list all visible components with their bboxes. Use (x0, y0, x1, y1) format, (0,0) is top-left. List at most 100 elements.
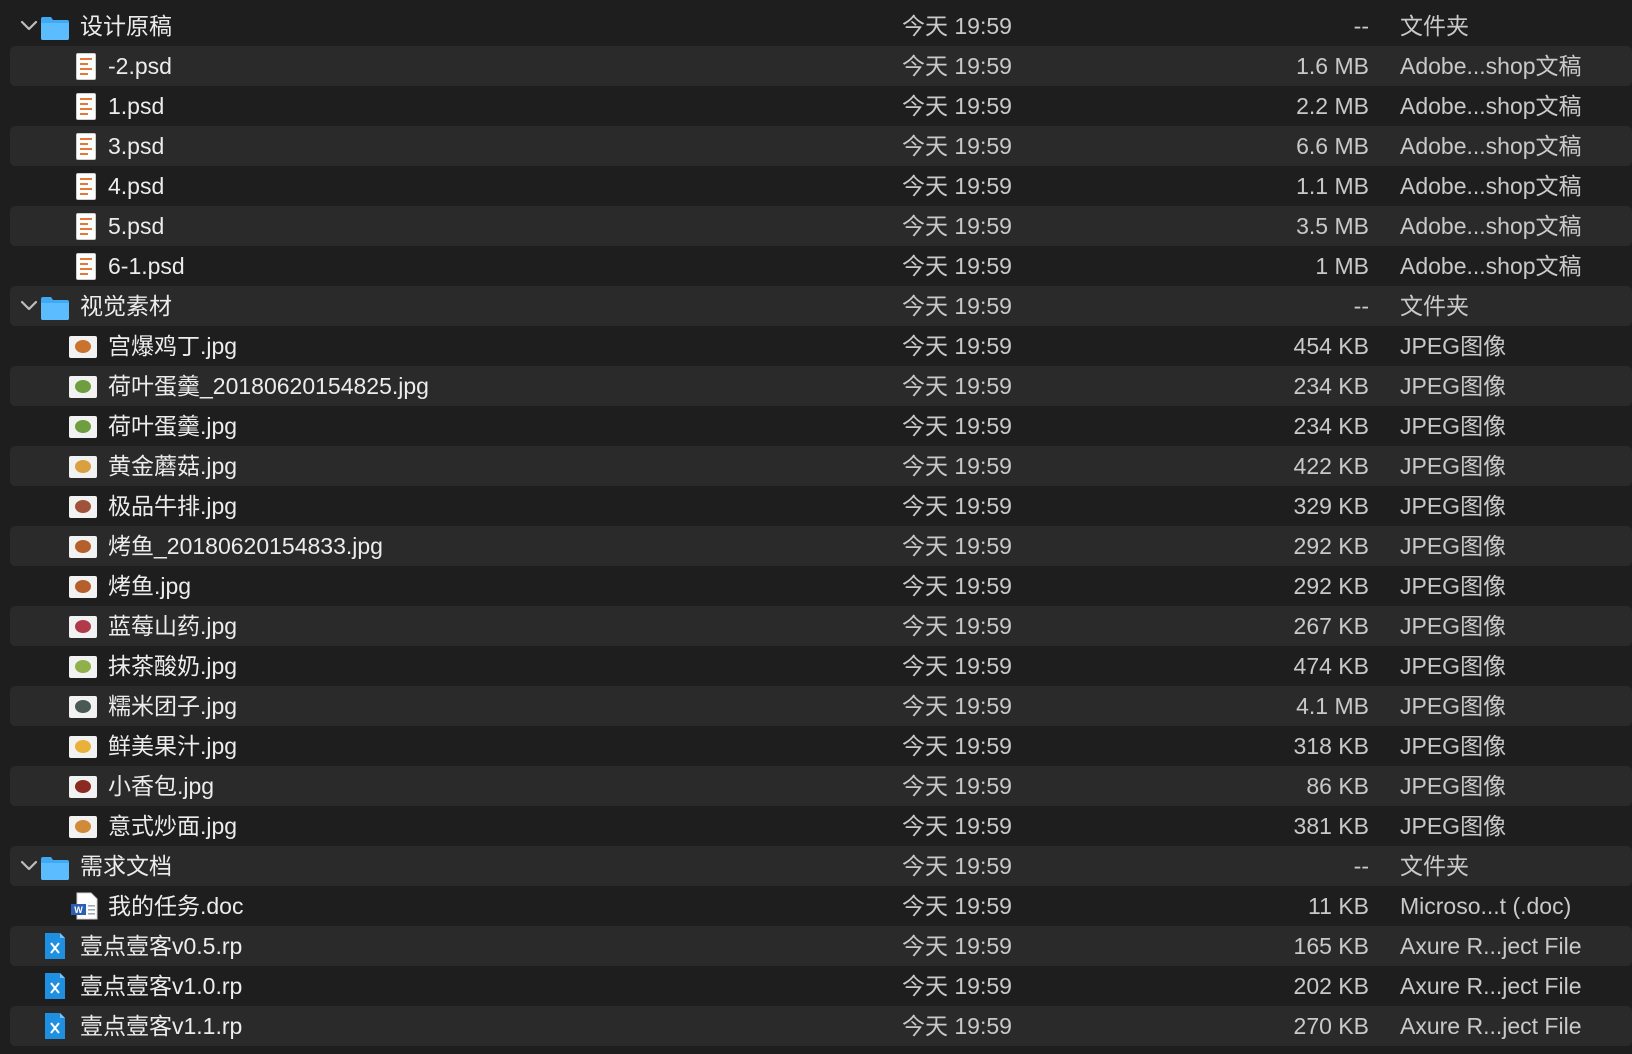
chevron-down-icon[interactable] (16, 846, 42, 886)
jpeg-thumbnail-icon (69, 696, 97, 718)
file-kind: Axure R...ject File (1400, 933, 1582, 959)
file-kind: Adobe...shop文稿 (1400, 53, 1582, 79)
psd-file-icon (76, 213, 96, 240)
file-kind: Adobe...shop文稿 (1400, 93, 1582, 119)
file-size: 1 MB (1315, 253, 1369, 279)
file-row[interactable]: 3.psd 今天 19:59 6.6 MB Adobe...shop文稿 (10, 126, 1632, 166)
chevron-down-icon[interactable] (16, 6, 42, 46)
file-row[interactable]: 荷叶蛋羹_20180620154825.jpg 今天 19:59 234 KB JPE… (10, 366, 1632, 406)
folder-row[interactable]: 视觉素材 今天 19:59 -- 文件夹 (10, 286, 1632, 326)
file-size: -- (1353, 853, 1369, 879)
psd-file-icon (76, 133, 96, 160)
file-row[interactable]: 宫爆鸡丁.jpg 今天 19:59 454 KB JPEG图像 (10, 326, 1632, 366)
svg-text:W: W (74, 905, 83, 915)
file-kind: JPEG图像 (1400, 693, 1507, 719)
axure-file-icon (44, 972, 66, 1000)
file-name: 3.psd (108, 133, 165, 159)
date-modified: 今天 19:59 (902, 413, 1012, 439)
date-modified: 今天 19:59 (902, 893, 1012, 919)
file-size: 1.1 MB (1296, 173, 1369, 199)
date-modified: 今天 19:59 (902, 133, 1012, 159)
file-size: 454 KB (1293, 333, 1369, 359)
file-size: 422 KB (1293, 453, 1369, 479)
file-name: 极品牛排.jpg (108, 493, 238, 519)
file-row[interactable]: 烤鱼.jpg 今天 19:59 292 KB JPEG图像 (10, 566, 1632, 606)
file-name: 荷叶蛋羹.jpg (108, 413, 238, 439)
folder-row[interactable]: 设计原稿 今天 19:59 -- 文件夹 (10, 6, 1632, 46)
date-modified: 今天 19:59 (902, 93, 1012, 119)
file-row[interactable]: 壹点壹客v1.0.rp 今天 19:59 202 KB Axure R...ject … (10, 966, 1632, 1006)
file-name: 意式炒面.jpg (108, 813, 238, 839)
file-kind: Axure R...ject File (1400, 973, 1582, 999)
file-row[interactable]: 烤鱼_20180620154833.jpg 今天 19:59 292 KB JPEG图… (10, 526, 1632, 566)
file-row[interactable]: 蓝莓山药.jpg 今天 19:59 267 KB JPEG图像 (10, 606, 1632, 646)
word-doc-icon: W (70, 892, 98, 920)
file-row[interactable]: 1.psd 今天 19:59 2.2 MB Adobe...shop文稿 (10, 86, 1632, 126)
file-name: 4.psd (108, 173, 165, 199)
date-modified: 今天 19:59 (902, 573, 1012, 599)
file-name: 需求文档 (80, 853, 172, 879)
file-row[interactable]: 壹点壹客v1.1.rp 今天 19:59 270 KB Axure R...ject … (10, 1006, 1632, 1046)
file-row[interactable]: 4.psd 今天 19:59 1.1 MB Adobe...shop文稿 (10, 166, 1632, 206)
file-row[interactable]: 5.psd 今天 19:59 3.5 MB Adobe...shop文稿 (10, 206, 1632, 246)
axure-file-icon (44, 932, 66, 960)
file-row[interactable]: 壹点壹客v0.5.rp 今天 19:59 165 KB Axure R...ject … (10, 926, 1632, 966)
file-kind: 文件夹 (1400, 293, 1469, 319)
file-size: 270 KB (1293, 1013, 1369, 1039)
file-row[interactable]: 6-1.psd 今天 19:59 1 MB Adobe...shop文稿 (10, 246, 1632, 286)
file-row[interactable]: 小香包.jpg 今天 19:59 86 KB JPEG图像 (10, 766, 1632, 806)
file-name: 1.psd (108, 93, 165, 119)
folder-icon (40, 293, 70, 320)
date-modified: 今天 19:59 (902, 973, 1012, 999)
file-size: 1.6 MB (1296, 53, 1369, 79)
folder-row[interactable]: 需求文档 今天 19:59 -- 文件夹 (10, 846, 1632, 886)
chevron-down-icon[interactable] (16, 286, 42, 326)
file-row[interactable]: W 我的任务.doc 今天 19:59 11 KB Microso...t (.doc) (10, 886, 1632, 926)
psd-file-icon (76, 173, 96, 200)
file-name: 黄金蘑菇.jpg (108, 453, 238, 479)
file-row[interactable]: 糯米团子.jpg 今天 19:59 4.1 MB JPEG图像 (10, 686, 1632, 726)
file-kind: JPEG图像 (1400, 533, 1507, 559)
jpeg-thumbnail-icon (69, 496, 97, 518)
jpeg-thumbnail-icon (69, 376, 97, 398)
file-size: 6.6 MB (1296, 133, 1369, 159)
file-size: 3.5 MB (1296, 213, 1369, 239)
file-name: 小香包.jpg (108, 773, 215, 799)
jpeg-thumbnail-icon (69, 576, 97, 598)
file-name: 抹茶酸奶.jpg (108, 653, 238, 679)
file-row[interactable]: 荷叶蛋羹.jpg 今天 19:59 234 KB JPEG图像 (10, 406, 1632, 446)
file-kind: JPEG图像 (1400, 333, 1507, 359)
file-row[interactable]: 极品牛排.jpg 今天 19:59 329 KB JPEG图像 (10, 486, 1632, 526)
file-row[interactable]: 黄金蘑菇.jpg 今天 19:59 422 KB JPEG图像 (10, 446, 1632, 486)
file-size: 86 KB (1306, 773, 1369, 799)
jpeg-thumbnail-icon (69, 336, 97, 358)
date-modified: 今天 19:59 (902, 453, 1012, 479)
date-modified: 今天 19:59 (902, 693, 1012, 719)
file-kind: Axure R...ject File (1400, 1013, 1582, 1039)
folder-icon (40, 13, 70, 40)
file-row[interactable]: 抹茶酸奶.jpg 今天 19:59 474 KB JPEG图像 (10, 646, 1632, 686)
file-name: 设计原稿 (80, 13, 172, 39)
file-row[interactable]: -2.psd 今天 19:59 1.6 MB Adobe...shop文稿 (10, 46, 1632, 86)
date-modified: 今天 19:59 (902, 533, 1012, 559)
file-name: 我的任务.doc (108, 893, 244, 919)
folder-icon (40, 853, 70, 880)
jpeg-thumbnail-icon (69, 416, 97, 438)
date-modified: 今天 19:59 (902, 253, 1012, 279)
date-modified: 今天 19:59 (902, 813, 1012, 839)
file-name: 壹点壹客v0.5.rp (80, 933, 243, 959)
file-kind: JPEG图像 (1400, 573, 1507, 599)
date-modified: 今天 19:59 (902, 613, 1012, 639)
file-name: 烤鱼.jpg (108, 573, 192, 599)
date-modified: 今天 19:59 (902, 733, 1012, 759)
file-row[interactable]: 鲜美果汁.jpg 今天 19:59 318 KB JPEG图像 (10, 726, 1632, 766)
file-row[interactable]: 意式炒面.jpg 今天 19:59 381 KB JPEG图像 (10, 806, 1632, 846)
file-kind: 文件夹 (1400, 853, 1469, 879)
file-name: 烤鱼_20180620154833.jpg (108, 533, 383, 559)
date-modified: 今天 19:59 (902, 493, 1012, 519)
file-name: 糯米团子.jpg (108, 693, 238, 719)
file-kind: JPEG图像 (1400, 733, 1507, 759)
file-kind: JPEG图像 (1400, 813, 1507, 839)
file-name: 6-1.psd (108, 253, 185, 279)
jpeg-thumbnail-icon (69, 616, 97, 638)
